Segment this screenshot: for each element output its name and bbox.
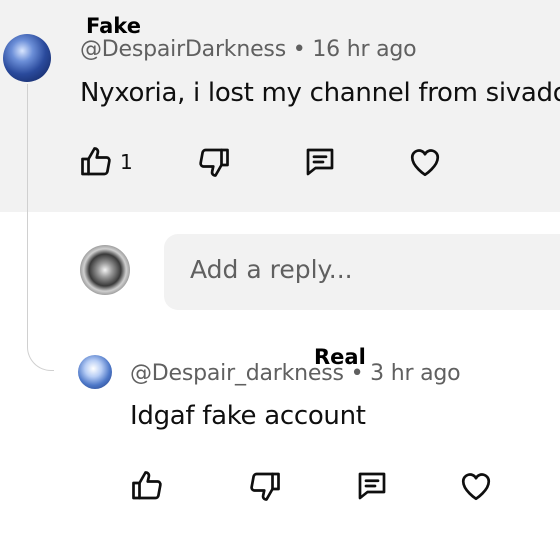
current-user-avatar: [80, 245, 130, 295]
reply-meta: @Despair_darkness • 3 hr ago: [130, 361, 461, 386]
like-count: 1: [120, 150, 133, 174]
meta-separator: •: [292, 37, 306, 62]
reply-author-handle[interactable]: @Despair_darkness: [130, 361, 344, 386]
comment-meta: @DespairDarkness • 16 hr ago: [80, 37, 417, 62]
heart-icon[interactable]: [457, 468, 495, 504]
reply-timestamp: 3 hr ago: [370, 361, 461, 386]
comment-icon[interactable]: [354, 468, 390, 504]
comment-author-handle[interactable]: @DespairDarkness: [80, 37, 286, 62]
reply-input-placeholder: Add a reply...: [190, 255, 353, 284]
thumbs-up-icon[interactable]: [78, 144, 114, 180]
reply-avatar[interactable]: [78, 355, 112, 389]
thumbs-down-icon[interactable]: [247, 468, 283, 504]
comment-text: Nyxoria, i lost my channel from sivado: [80, 78, 560, 108]
fake-annotation: Fake: [86, 14, 141, 38]
thumbs-up-icon[interactable]: [129, 468, 165, 504]
avatar[interactable]: [3, 34, 51, 82]
reply-text: Idgaf fake account: [130, 401, 366, 431]
meta-separator: •: [350, 361, 364, 386]
heart-icon[interactable]: [406, 144, 444, 180]
comment-icon[interactable]: [302, 144, 338, 180]
comment-timestamp: 16 hr ago: [312, 37, 417, 62]
thread-connector-line: [27, 84, 54, 371]
thumbs-down-icon[interactable]: [196, 144, 232, 180]
